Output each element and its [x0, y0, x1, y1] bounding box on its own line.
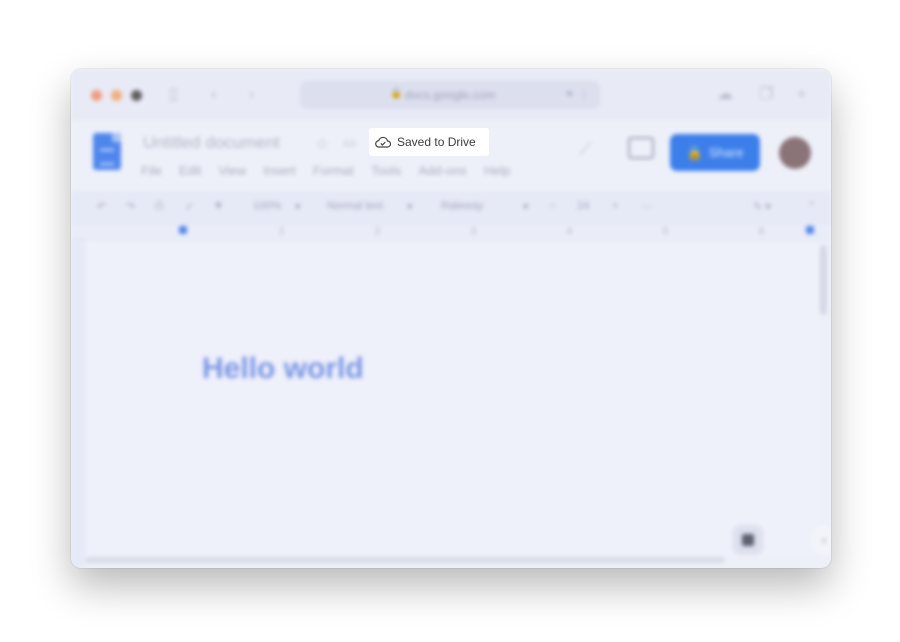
- activity-trend-icon[interactable]: ⟋: [579, 139, 592, 160]
- back-icon[interactable]: ‹: [211, 87, 216, 103]
- address-bar[interactable]: 🔒 docs.google.com ⚭ ⋮: [300, 81, 600, 109]
- chevron-down-icon: ▾: [407, 201, 413, 213]
- share-button[interactable]: 🔒 Share: [670, 134, 760, 171]
- horizontal-ruler: 1 2 3 4 5 6: [71, 225, 831, 240]
- edit-mode-icon[interactable]: ✎ ▾: [753, 200, 771, 213]
- menu-bar: File Edit View Insert Format Tools Add-o…: [141, 163, 528, 178]
- doc-title[interactable]: Untitled document: [143, 133, 280, 153]
- collapse-icon[interactable]: ⌃: [807, 200, 816, 213]
- folder-icon[interactable]: ▭: [343, 134, 356, 151]
- ruler-number: 4: [567, 226, 573, 236]
- increase-font-icon[interactable]: +: [612, 200, 618, 212]
- menu-insert[interactable]: Insert: [263, 163, 296, 178]
- ruler-number: 1: [279, 226, 285, 236]
- document-page[interactable]: Hello world: [88, 241, 818, 557]
- forward-icon[interactable]: ›: [249, 87, 254, 103]
- menu-format[interactable]: Format: [313, 163, 354, 178]
- spellcheck-icon[interactable]: ✓: [185, 200, 194, 213]
- font-select[interactable]: Raleway: [441, 200, 483, 212]
- title-bar: ▯ ‹ › 🔒 docs.google.com ⚭ ⋮ ☁ ❐ +: [71, 69, 831, 121]
- saved-status-tooltip: Saved to Drive: [369, 128, 489, 156]
- chevron-down-icon: ▾: [523, 201, 529, 213]
- vertical-scrollbar[interactable]: [820, 245, 827, 315]
- horizontal-scrollbar[interactable]: [85, 557, 725, 563]
- indent-marker[interactable]: [179, 226, 187, 234]
- redo-icon[interactable]: ↷: [126, 200, 135, 213]
- cloud-icon[interactable]: ☁: [717, 87, 733, 103]
- browser-window: ▯ ‹ › 🔒 docs.google.com ⚭ ⋮ ☁ ❐ + Untitl…: [71, 69, 831, 568]
- paint-format-icon[interactable]: ▼: [213, 200, 224, 212]
- vertical-ruler: [71, 240, 85, 568]
- cloud-done-icon: [375, 136, 391, 148]
- menu-view[interactable]: View: [218, 163, 246, 178]
- chevron-down-icon: ▾: [295, 201, 301, 213]
- side-panel-toggle-icon[interactable]: ‹: [811, 525, 831, 555]
- zoom-window-button[interactable]: [131, 90, 142, 101]
- font-size-input[interactable]: 24: [577, 200, 589, 212]
- formatting-toolbar: ↶ ↷ ⎙ ✓ ▼ 100% ▾ Normal text ▾ Raleway ▾…: [71, 191, 831, 225]
- undo-icon[interactable]: ↶: [97, 200, 106, 213]
- star-icon[interactable]: ☆: [315, 134, 329, 154]
- ruler-number: 3: [471, 226, 477, 236]
- right-margin-marker[interactable]: [806, 226, 814, 234]
- ruler-number: 2: [375, 226, 381, 236]
- saved-status-text: Saved to Drive: [397, 135, 476, 149]
- sidebar-icon[interactable]: ▯: [169, 87, 178, 103]
- menu-tools[interactable]: Tools: [371, 163, 401, 178]
- ruler-number: 5: [663, 226, 669, 236]
- comment-icon[interactable]: [628, 137, 654, 159]
- menu-addons[interactable]: Add-ons: [418, 163, 466, 178]
- share-label: Share: [708, 145, 744, 160]
- menu-help[interactable]: Help: [484, 163, 511, 178]
- explore-button[interactable]: [733, 525, 763, 555]
- docs-logo-icon[interactable]: [93, 133, 121, 170]
- print-icon[interactable]: ⎙: [155, 200, 164, 213]
- avatar[interactable]: [779, 137, 811, 169]
- minimize-window-button[interactable]: [111, 90, 122, 101]
- ruler-number: 6: [759, 226, 765, 236]
- close-window-button[interactable]: [91, 90, 102, 101]
- style-select[interactable]: Normal text: [327, 200, 383, 212]
- menu-file[interactable]: File: [141, 163, 162, 178]
- lock-icon: 🔒: [686, 144, 703, 160]
- plus-icon[interactable]: +: [797, 87, 806, 103]
- decrease-font-icon[interactable]: −: [549, 200, 555, 212]
- more-icon[interactable]: ⋯: [641, 200, 652, 213]
- zoom-select[interactable]: 100%: [253, 200, 281, 212]
- copy-icon[interactable]: ❐: [759, 87, 773, 103]
- document-text[interactable]: Hello world: [202, 352, 364, 386]
- reader-icon[interactable]: ⚭ ⋮: [565, 87, 590, 101]
- address-text: docs.google.com: [404, 88, 496, 102]
- menu-edit[interactable]: Edit: [179, 163, 201, 178]
